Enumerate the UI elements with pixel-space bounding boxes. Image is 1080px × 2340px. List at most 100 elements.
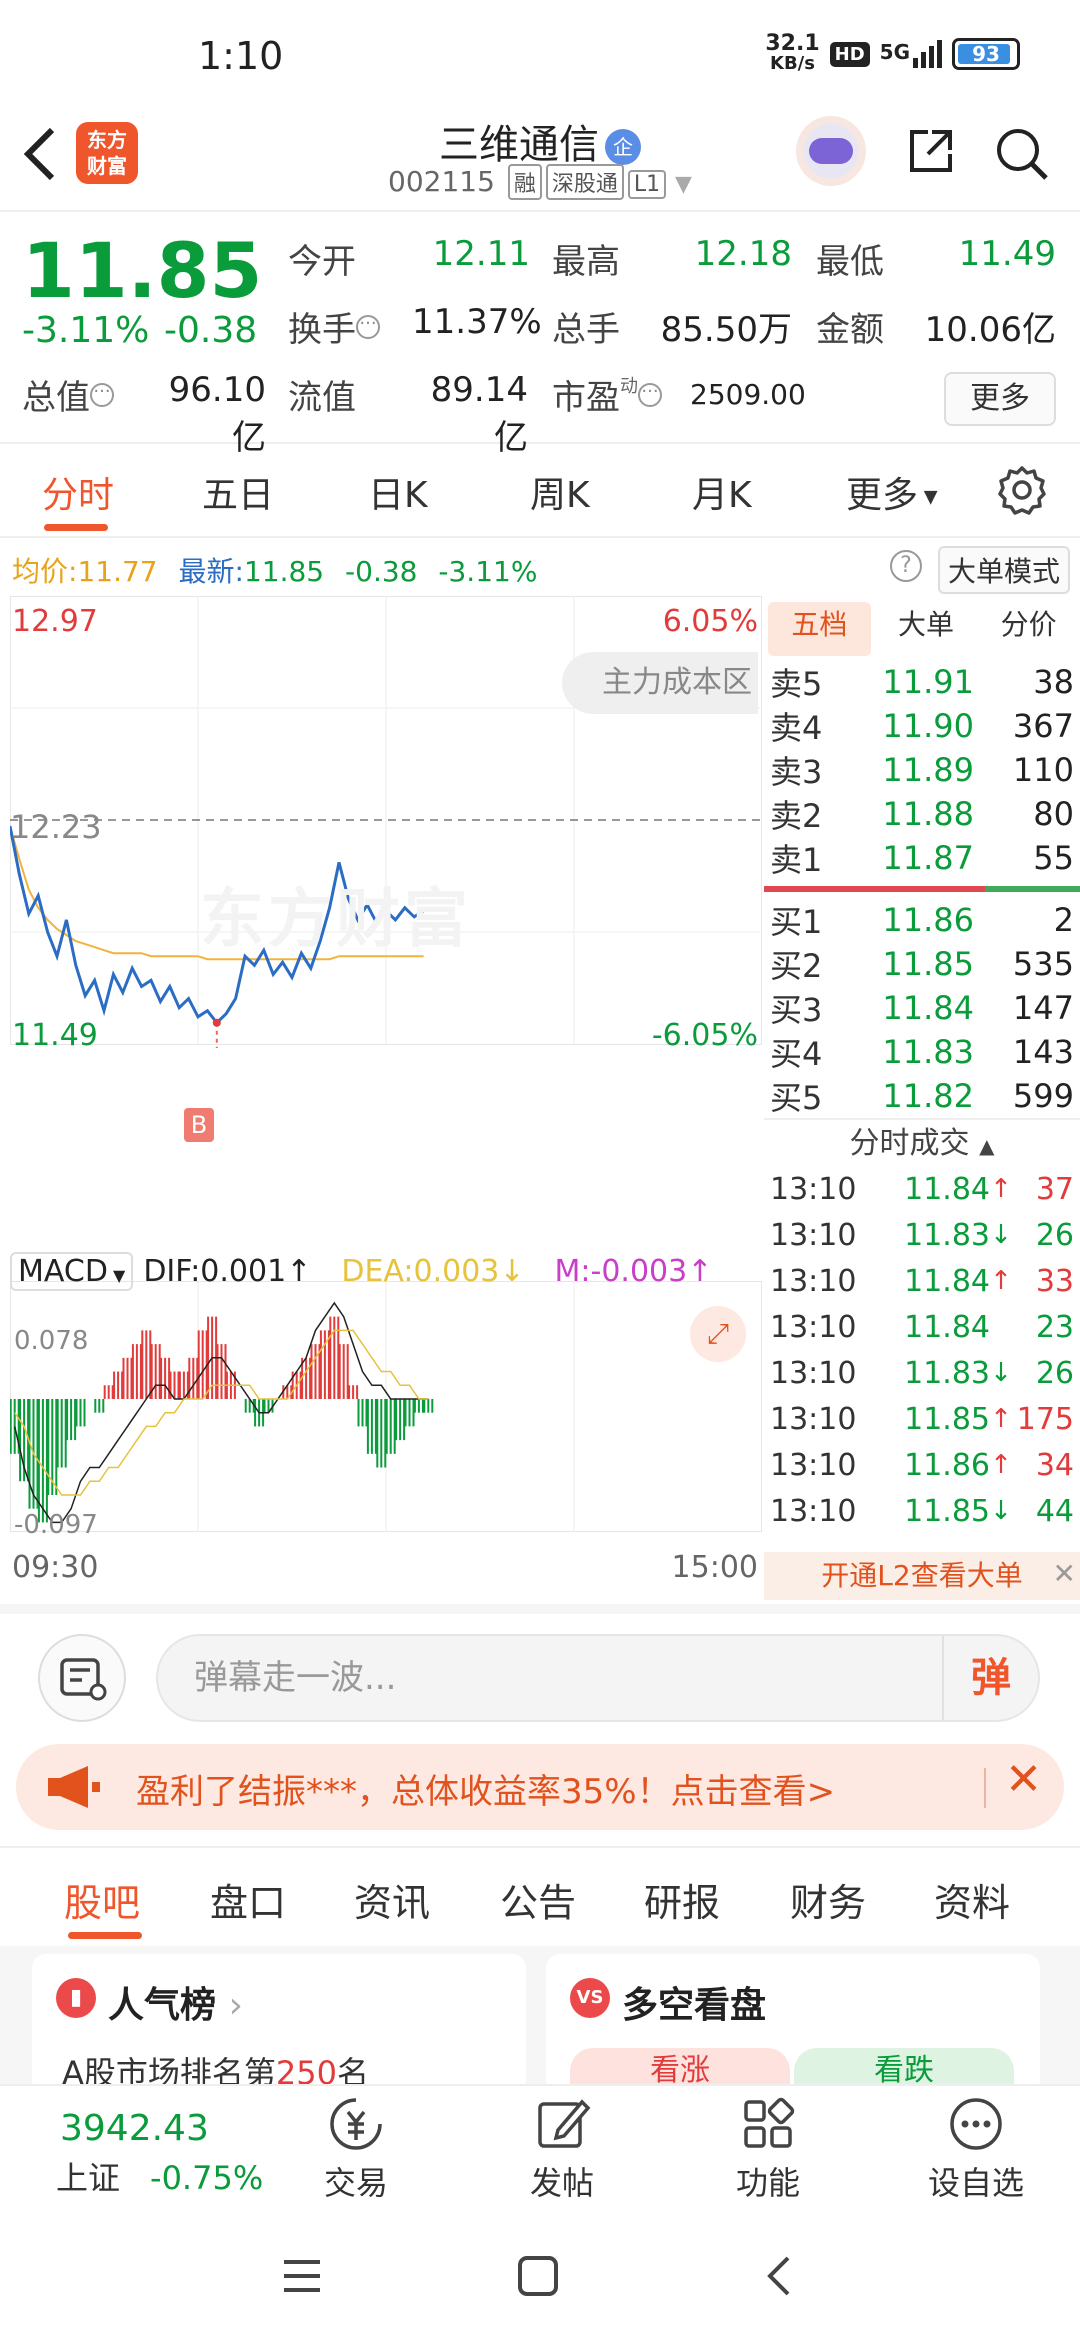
buy-marker-dot [212,1018,221,1027]
macd-selector[interactable]: MACD ▼ [10,1252,134,1291]
status-time: 1:10 [198,34,284,78]
change-amount: -0.38 [164,310,258,351]
trade-volume: 26 [1035,1217,1074,1253]
tab-price-breakdown[interactable]: 分价 [977,598,1080,660]
big-order-mode-button[interactable]: 大单模式 [937,546,1070,594]
sell-level-row[interactable]: 卖2 11.88 80 [764,792,1080,836]
more-quote-button[interactable]: 更多 [944,372,1056,426]
trades-title[interactable]: 分时成交 ▲ [764,1118,1080,1166]
intraday-chart[interactable]: 12.97 6.05% 主力成本区 12.23 东方财富 11.49 -6.05… [10,596,762,1598]
menu-icon[interactable] [280,2254,324,2298]
search-button[interactable] [994,126,1050,182]
settings-button[interactable] [996,464,1048,520]
tab-more[interactable]: 更多 ▼ [846,466,938,518]
share-button[interactable] [906,126,956,176]
post-button[interactable]: 发帖 [502,2094,622,2204]
trade-price: 11.85 [904,1401,990,1437]
quote-panel: 11.85 -3.11% -0.38 今开 12.11 最高 12.18 最低 … [0,214,1080,458]
level-label: 买2 [770,947,823,985]
buy-level-row[interactable]: 买5 11.82 599 [764,1074,1080,1118]
order-book: 五档 大单 分价 卖5 11.91 38 卖4 11.90 367 卖3 11.89 110 卖2… [764,598,1080,1600]
sell-level-row[interactable]: 卖4 11.90 367 [764,704,1080,748]
trade-time: 13:10 [770,1447,857,1483]
sell-level-row[interactable]: 卖3 11.89 110 [764,748,1080,792]
tab-big-orders[interactable]: 大单 [875,598,978,660]
system-nav-bar [0,2212,1080,2340]
tab-finance[interactable]: 财务 [790,1872,866,1927]
caret-up-icon: ▲ [979,1134,995,1158]
enterprise-badge: 企 [605,129,641,165]
level-price: 11.86 [882,901,974,939]
close-icon[interactable]: ✕ [1005,1754,1042,1805]
bid-ask-ratio-bar [764,886,1080,892]
buy-levels: 买1 11.86 2 买2 11.85 535 买3 11.84 147 买4 11.83 143 买5… [764,898,1080,1118]
index-name: 上证 [56,2159,121,2197]
trade-direction-icon: ↑ [990,1450,1012,1480]
tab-news[interactable]: 资讯 [354,1872,430,1927]
trade-volume: 26 [1035,1355,1074,1391]
robot-icon [809,138,853,164]
sell-level-row[interactable]: 卖5 11.91 38 [764,660,1080,704]
trade-direction-icon: ↓ [990,1358,1012,1388]
home-icon[interactable] [516,2254,560,2298]
expand-icon[interactable]: ⤢ [690,1306,746,1362]
index-widget[interactable]: 3942.43 上证 -0.75% [56,2108,263,2199]
trade-row: 13:10 11.84 23 [764,1304,1080,1350]
buy-point-marker[interactable]: B [184,1108,214,1142]
close-icon[interactable]: ✕ [1053,1550,1076,1598]
tab-monthly-k[interactable]: 月K [692,466,752,518]
promo-banner[interactable]: 盈利了结振***，总体收益率35%！点击查看> ✕ [16,1744,1064,1830]
trade-row: 13:10 11.86 ↑ 34 [764,1442,1080,1488]
help-icon[interactable]: ? [890,550,922,582]
back-nav-icon[interactable] [758,2254,802,2298]
amount-value: 10.06亿 [924,310,1056,350]
popularity-card[interactable]: ▮ 人气榜 › A股市场排名第250名 [32,1954,526,2094]
tab-orderbook[interactable]: 盘口 [210,1872,286,1927]
tab-weekly-k[interactable]: 周K [530,466,590,518]
l2-promo-bar[interactable]: 开通L2查看大单 ✕ [764,1552,1080,1600]
trade-volume: 34 [1035,1447,1074,1483]
bull-bear-card[interactable]: VS 多空看盘 看涨 看跌 [546,1954,1040,2094]
pe-label[interactable]: 市盈动 ··· [552,370,662,419]
info-dots-icon: ··· [638,382,662,407]
add-watchlist-button[interactable]: 设自选 [916,2094,1036,2204]
tab-five-levels[interactable]: 五档 [768,602,871,656]
mktcap-label[interactable]: 总值 ··· [22,370,114,419]
trade-time: 13:10 [770,1217,857,1253]
level-volume: 147 [1012,989,1074,1027]
macd-bottom-label: -0.097 [14,1510,98,1540]
level-price: 11.90 [882,707,974,745]
danmu-send-button[interactable]: 弹 [942,1636,1038,1720]
low-value: 11.49 [958,234,1056,274]
level-volume: 535 [1012,945,1074,983]
tab-five-day[interactable]: 五日 [202,466,274,518]
buy-level-row[interactable]: 买3 11.84 147 [764,986,1080,1030]
tab-profile[interactable]: 资料 [934,1872,1010,1927]
buy-level-row[interactable]: 买1 11.86 2 [764,898,1080,942]
tab-daily-k[interactable]: 日K [368,466,428,518]
tab-intraday[interactable]: 分时 [42,466,114,518]
level-label: 卖4 [770,709,823,747]
trade-row: 13:10 11.85 ↑ 175 [764,1396,1080,1442]
trade-price: 11.83 [904,1355,990,1391]
tab-forum[interactable]: 股吧 [64,1872,140,1927]
level-price: 11.89 [882,751,974,789]
ai-assistant-button[interactable] [796,116,866,186]
trade-time: 13:10 [770,1171,857,1207]
danmu-input[interactable]: 弹幕走一波... 弹 [156,1634,1040,1722]
buy-level-row[interactable]: 买4 11.83 143 [764,1030,1080,1074]
turnover-label[interactable]: 换手 ··· [288,302,380,351]
tab-research[interactable]: 研报 [644,1872,720,1927]
open-label: 今开 [288,242,356,282]
tab-announcements[interactable]: 公告 [500,1872,576,1927]
level-label: 卖2 [770,797,823,835]
buy-level-row[interactable]: 买2 11.85 535 [764,942,1080,986]
trade-button[interactable]: 交易 [296,2094,416,2204]
level-volume: 80 [1033,795,1074,833]
sell-level-row[interactable]: 卖1 11.87 55 [764,836,1080,880]
danmu-settings-button[interactable] [38,1634,126,1722]
trade-volume: 37 [1035,1171,1074,1207]
promo-divider [984,1768,986,1808]
cost-zone-button[interactable]: 主力成本区 [562,652,758,714]
functions-button[interactable]: 功能 [708,2094,828,2204]
